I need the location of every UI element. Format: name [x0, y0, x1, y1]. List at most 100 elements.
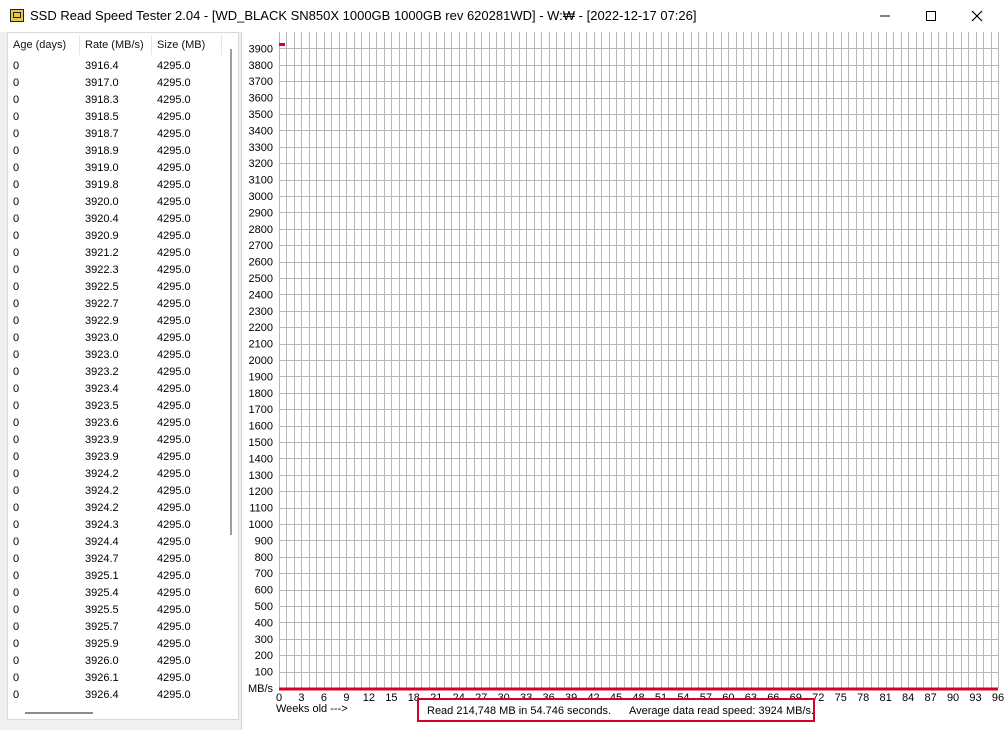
list-item[interactable]: 0 3923.9 4295.0	[8, 432, 230, 449]
size-cell: 4295.0	[157, 604, 191, 616]
list-item[interactable]: 0 3924.2 4295.0	[8, 483, 230, 500]
list-item[interactable]: 0 3920.0 4295.0	[8, 194, 230, 211]
rate-cell: 3923.0	[85, 349, 119, 361]
rate-cell: 3920.4	[85, 213, 119, 225]
list-item[interactable]: 0 3916.4 4295.0	[8, 58, 230, 75]
status-box: Read 214,748 MB in 54.746 seconds. Avera…	[417, 698, 815, 722]
list-item[interactable]: 0 3925.5 4295.0	[8, 602, 230, 619]
column-divider[interactable]	[221, 35, 222, 55]
list-item[interactable]: 0 3920.9 4295.0	[8, 228, 230, 245]
size-cell: 4295.0	[157, 519, 191, 531]
list-item[interactable]: 0 3923.4 4295.0	[8, 381, 230, 398]
minimize-button[interactable]	[862, 0, 908, 32]
age-cell: 0	[13, 230, 20, 242]
age-cell: 0	[13, 332, 20, 344]
list-item[interactable]: 0 3922.3 4295.0	[8, 262, 230, 279]
size-cell: 4295.0	[157, 349, 191, 361]
list-item[interactable]: 0 3926.0 4295.0	[8, 653, 230, 670]
rate-cell: 3923.9	[85, 434, 119, 446]
x-tick-label: 90	[947, 692, 959, 704]
maximize-icon	[926, 11, 936, 21]
list-item[interactable]: 0 3920.4 4295.0	[8, 211, 230, 228]
size-cell: 4295.0	[157, 451, 191, 463]
y-tick-label: 3000	[249, 191, 273, 203]
y-tick-label: 3400	[249, 125, 273, 137]
list-item[interactable]: 0 3924.2 4295.0	[8, 466, 230, 483]
list-item[interactable]: 0 3923.2 4295.0	[8, 364, 230, 381]
rate-cell: 3922.9	[85, 315, 119, 327]
list-item[interactable]: 0 3922.9 4295.0	[8, 313, 230, 330]
y-tick-label: 2800	[249, 224, 273, 236]
age-cell: 0	[13, 264, 20, 276]
list-item[interactable]: 0 3918.9 4295.0	[8, 143, 230, 160]
rate-cell: 3918.7	[85, 128, 119, 140]
list-item[interactable]: 0 3923.0 4295.0	[8, 347, 230, 364]
list-header: Age (days) Rate (MB/s) Size (MB)	[8, 33, 238, 57]
list-item[interactable]: 0 3922.7 4295.0	[8, 296, 230, 313]
rate-cell: 3920.0	[85, 196, 119, 208]
list-item[interactable]: 0 3925.9 4295.0	[8, 636, 230, 653]
list-item[interactable]: 0 3919.0 4295.0	[8, 160, 230, 177]
size-cell: 4295.0	[157, 570, 191, 582]
size-cell: 4295.0	[157, 621, 191, 633]
y-tick-label: 3700	[249, 76, 273, 88]
results-list[interactable]: Age (days) Rate (MB/s) Size (MB) 0 3916.4…	[7, 32, 239, 720]
maximize-button[interactable]	[908, 0, 954, 32]
age-cell: 0	[13, 621, 20, 633]
list-item[interactable]: 0 3923.9 4295.0	[8, 449, 230, 466]
vertical-scrollbar[interactable]	[230, 49, 232, 535]
list-item[interactable]: 0 3917.0 4295.0	[8, 75, 230, 92]
age-cell: 0	[13, 553, 20, 565]
horizontal-scrollbar[interactable]	[25, 712, 93, 714]
size-cell: 4295.0	[157, 77, 191, 89]
list-item[interactable]: 0 3925.4 4295.0	[8, 585, 230, 602]
column-divider[interactable]	[151, 35, 152, 55]
x-tick-label: 15	[385, 692, 397, 704]
column-header-rate[interactable]: Rate (MB/s)	[85, 39, 144, 51]
size-cell: 4295.0	[157, 672, 191, 684]
close-button[interactable]	[954, 0, 1000, 32]
age-cell: 0	[13, 145, 20, 157]
list-item[interactable]: 0 3918.3 4295.0	[8, 92, 230, 109]
list-item[interactable]: 0 3924.4 4295.0	[8, 534, 230, 551]
y-tick-label: 1100	[249, 503, 273, 515]
size-cell: 4295.0	[157, 655, 191, 667]
list-item[interactable]: 0 3923.0 4295.0	[8, 330, 230, 347]
list-item[interactable]: 0 3925.7 4295.0	[8, 619, 230, 636]
list-item[interactable]: 0 3918.7 4295.0	[8, 126, 230, 143]
y-tick-label: 700	[255, 568, 273, 580]
list-item[interactable]: 0 3924.3 4295.0	[8, 517, 230, 534]
rate-cell: 3922.7	[85, 298, 119, 310]
list-item[interactable]: 0 3923.5 4295.0	[8, 398, 230, 415]
size-cell: 4295.0	[157, 366, 191, 378]
list-item[interactable]: 0 3925.1 4295.0	[8, 568, 230, 585]
title-bar: SSD Read Speed Tester 2.04 - [WD_BLACK S…	[0, 0, 1005, 32]
size-cell: 4295.0	[157, 179, 191, 191]
read-summary-text: Read 214,748 MB in 54.746 seconds.	[427, 705, 612, 717]
list-item[interactable]: 0 3926.1 4295.0	[8, 670, 230, 687]
list-item[interactable]: 0 3919.8 4295.0	[8, 177, 230, 194]
list-item[interactable]: 0 3923.6 4295.0	[8, 415, 230, 432]
age-cell: 0	[13, 315, 20, 327]
list-item[interactable]: 0 3922.5 4295.0	[8, 279, 230, 296]
column-header-size[interactable]: Size (MB)	[157, 39, 205, 51]
column-divider[interactable]	[79, 35, 80, 55]
rate-cell: 3924.4	[85, 536, 119, 548]
age-cell: 0	[13, 519, 20, 531]
list-item[interactable]: 0 3924.7 4295.0	[8, 551, 230, 568]
list-item[interactable]: 0 3926.4 4295.0	[8, 687, 230, 704]
size-cell: 4295.0	[157, 94, 191, 106]
list-rows: 0 3916.4 4295.0 0 3917.0 4295.0 0 3918.3 4295.0 0…	[8, 58, 230, 704]
list-item[interactable]: 0 3921.2 4295.0	[8, 245, 230, 262]
x-tick-label: 81	[880, 692, 892, 704]
list-item[interactable]: 0 3924.2 4295.0	[8, 500, 230, 517]
age-cell: 0	[13, 111, 20, 123]
age-cell: 0	[13, 213, 20, 225]
column-header-age[interactable]: Age (days)	[13, 39, 66, 51]
y-tick-label: 900	[255, 535, 273, 547]
list-item[interactable]: 0 3918.5 4295.0	[8, 109, 230, 126]
size-cell: 4295.0	[157, 434, 191, 446]
x-tick-label: 78	[857, 692, 869, 704]
x-axis-label: Weeks old --->	[276, 703, 348, 715]
y-tick-label: 2300	[249, 306, 273, 318]
